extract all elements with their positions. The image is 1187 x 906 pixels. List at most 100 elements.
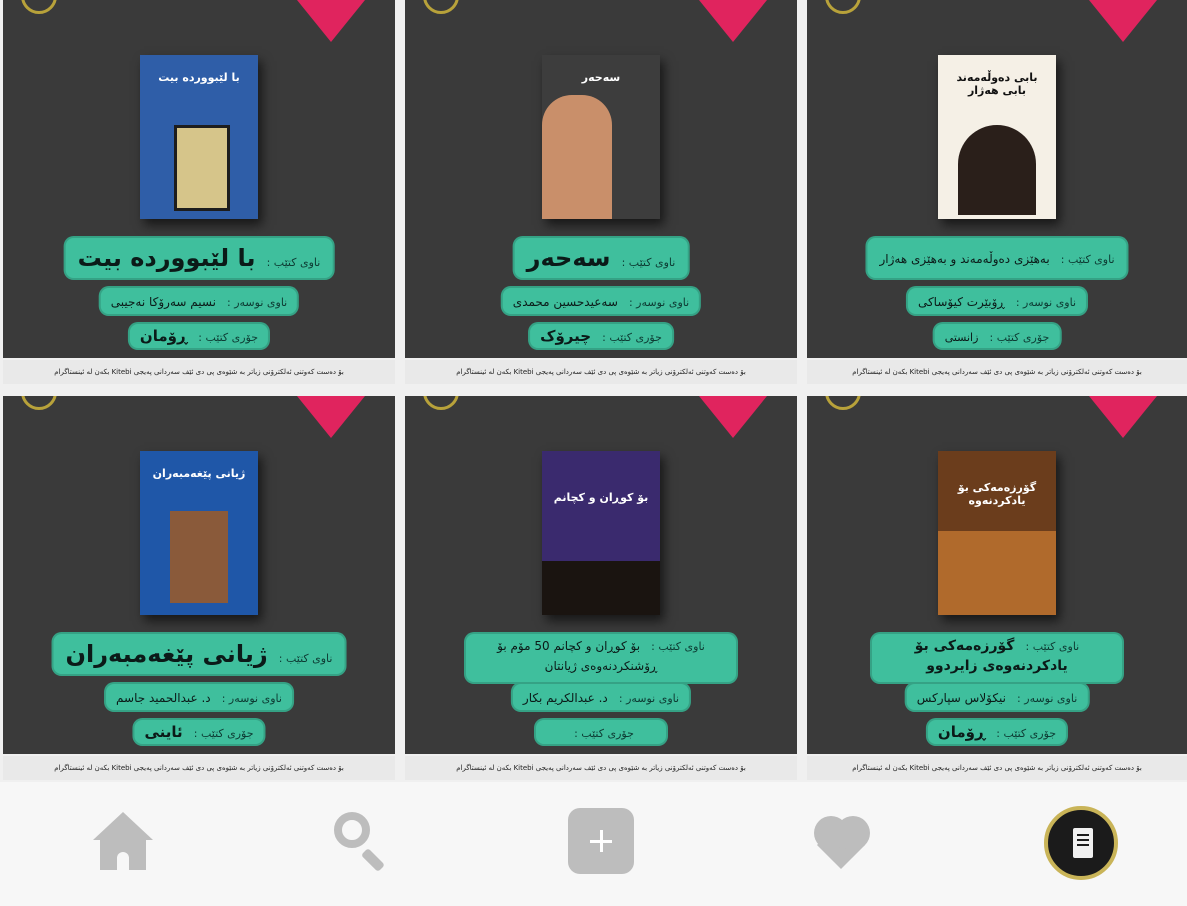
post-tile[interactable]: سەحەر ناوی کتێب : سەحەر ناوی نوسەر : سەع… bbox=[405, 0, 797, 358]
post-tile[interactable]: بابی دەوڵەمەند بابی هەژار ناوی کتێب : بە… bbox=[807, 0, 1187, 358]
book-cover: بابی دەوڵەمەند بابی هەژار bbox=[938, 55, 1056, 219]
author-name: د. عبدالحمید جاسم bbox=[116, 691, 211, 705]
author-name: د. عبدالکریم بکار bbox=[522, 691, 608, 705]
genre-pill: جۆری کتێب : bbox=[534, 718, 668, 746]
post-caption: بۆ دەست کەوتنی ئەلکترۆنی زیاتر بە شێوەی … bbox=[807, 756, 1187, 780]
author-label: ناوی نوسەر : bbox=[227, 296, 288, 309]
home-icon[interactable] bbox=[90, 808, 160, 878]
genre-label: جۆری کتێب : bbox=[193, 727, 254, 740]
book-title: با لێبوورده بیت bbox=[77, 244, 256, 272]
genre-label: جۆری کتێب : bbox=[989, 331, 1050, 344]
genre-value: زانستی bbox=[944, 331, 979, 344]
book-title-pill: ناوی کتێب : بەهێزی دەوڵەمەند و بەهێزی هە… bbox=[865, 236, 1129, 280]
genre-pill: جۆری کتێب : ڕۆمان bbox=[925, 718, 1069, 746]
genre-label: جۆری کتێب : bbox=[602, 331, 662, 344]
book-title: بۆ کوڕان و کچانم 50 مۆم بۆ ڕۆشنکردنەوەی … bbox=[497, 639, 658, 673]
author-label: ناوی نوسەر : bbox=[628, 296, 690, 309]
author-pill: ناوی نوسەر : نسیم سەرۆکا نەجیبی bbox=[98, 286, 300, 316]
cover-portrait bbox=[170, 511, 228, 603]
bottom-nav bbox=[0, 782, 1187, 906]
corner-ribbon-icon bbox=[1089, 396, 1157, 438]
post-caption: بۆ دەست کەوتنی ئەلکترۆنی زیاتر بە شێوەی … bbox=[3, 360, 395, 384]
cover-portrait bbox=[958, 125, 1036, 215]
genre-value: ئاینی bbox=[144, 723, 183, 741]
corner-ribbon-icon bbox=[297, 0, 365, 42]
post-tile[interactable]: بۆ کوڕان و کچانم ناوی کتێب : بۆ کوڕان و … bbox=[405, 396, 797, 754]
cover-title: با لێبوورده بیت bbox=[158, 71, 240, 84]
author-pill: ناوی نوسەر : ڕۆبێرت کیۆساکی bbox=[905, 286, 1089, 316]
author-label: ناوی نوسەر : bbox=[1015, 296, 1077, 309]
title-label: ناوی کتێب : bbox=[621, 256, 676, 269]
search-lens bbox=[334, 812, 370, 848]
post-caption: بۆ دەست کەوتنی ئەلکترۆنی زیاتر بە شێوەی … bbox=[405, 756, 797, 780]
heart-icon[interactable] bbox=[810, 808, 880, 878]
genre-label: جۆری کتێب : bbox=[198, 331, 259, 344]
genre-label: جۆری کتێب : bbox=[574, 727, 634, 740]
author-pill: ناوی نوسەر : د. عبدالکریم بکار bbox=[510, 682, 692, 712]
ring-decoration bbox=[825, 0, 861, 14]
book-cover: بۆ کوڕان و کچانم bbox=[542, 451, 660, 615]
book-title: سەحەر bbox=[526, 244, 611, 272]
book-cover: سەحەر bbox=[542, 55, 660, 219]
cover-landscape bbox=[938, 531, 1056, 615]
post-grid: با لێبوورده بیت ناوی کتێب : با لێبوورده … bbox=[0, 0, 1187, 782]
corner-ribbon-icon bbox=[1089, 0, 1157, 42]
post-tile[interactable]: با لێبوورده بیت ناوی کتێب : با لێبوورده … bbox=[3, 0, 395, 358]
corner-ribbon-icon bbox=[297, 396, 365, 438]
home-roof bbox=[93, 812, 153, 840]
genre-label: جۆری کتێب : bbox=[996, 727, 1057, 740]
genre-value: ڕۆمان bbox=[937, 723, 986, 741]
post-caption: بۆ دەست کەوتنی ئەلکترۆنی زیاتر بە شێوەی … bbox=[3, 756, 395, 780]
book-title: ژیانی پێغەمبەران bbox=[65, 640, 268, 668]
book-title-pill: ناوی کتێب : بۆ کوڕان و کچانم 50 مۆم بۆ ڕ… bbox=[464, 632, 738, 684]
plus-vertical bbox=[600, 830, 603, 852]
genre-pill: جۆری کتێب : ئاینی bbox=[132, 718, 266, 746]
book-cover: گۆرزەمەکی بۆ یادکردنەوە bbox=[938, 451, 1056, 615]
cover-portrait bbox=[542, 95, 612, 219]
genre-value: چیرۆک bbox=[540, 327, 592, 345]
book-title: بەهێزی دەوڵەمەند و بەهێزی هەژار bbox=[879, 252, 1050, 266]
add-icon[interactable] bbox=[568, 808, 634, 874]
author-label: ناوی نوسەر : bbox=[618, 692, 680, 705]
corner-ribbon-icon bbox=[699, 0, 767, 42]
title-label: ناوی کتێب : bbox=[1025, 640, 1080, 653]
search-handle bbox=[360, 848, 385, 873]
author-pill: ناوی نوسەر : د. عبدالحمید جاسم bbox=[104, 682, 294, 712]
author-pill: ناوی نوسەر : نیکۆلاس سپارکس bbox=[904, 682, 1090, 712]
author-name: سەعیدحسین محمدی bbox=[512, 295, 618, 309]
author-pill: ناوی نوسەر : سەعیدحسین محمدی bbox=[500, 286, 702, 316]
post-tile[interactable]: گۆرزەمەکی بۆ یادکردنەوە ناوی کتێب : گۆرز… bbox=[807, 396, 1187, 754]
genre-pill: جۆری کتێب : ڕۆمان bbox=[127, 322, 271, 350]
post-caption: بۆ دەست کەوتنی ئەلکترۆنی زیاتر بە شێوەی … bbox=[807, 360, 1187, 384]
author-name: نیکۆلاس سپارکس bbox=[916, 691, 1006, 705]
book-cover: ژیانی پێغەمبەران bbox=[140, 451, 258, 615]
search-icon[interactable] bbox=[330, 808, 400, 878]
post-tile[interactable]: ژیانی پێغەمبەران ناوی کتێب : ژیانی پێغەم… bbox=[3, 396, 395, 754]
cover-candles bbox=[542, 561, 660, 615]
author-label: ناوی نوسەر : bbox=[1017, 692, 1078, 705]
book-title-pill: ناوی کتێب : سەحەر bbox=[512, 236, 690, 280]
ring-decoration bbox=[21, 0, 57, 14]
corner-ribbon-icon bbox=[699, 396, 767, 438]
cover-title: بۆ کوڕان و کچانم bbox=[553, 491, 649, 504]
cover-title: گۆرزەمەکی بۆ یادکردنەوە bbox=[957, 481, 1037, 507]
book-title-pill: ناوی کتێب : گۆرزەمەکی بۆ یادکردنەوەی زای… bbox=[870, 632, 1124, 684]
title-label: ناوی کتێب : bbox=[266, 256, 321, 269]
title-label: ناوی کتێب : bbox=[278, 652, 333, 665]
cover-title: سەحەر bbox=[581, 71, 621, 84]
genre-pill: جۆری کتێب : چیرۆک bbox=[528, 322, 674, 350]
book-title-pill: ناوی کتێب : با لێبوورده بیت bbox=[63, 236, 335, 280]
author-name: نسیم سەرۆکا نەجیبی bbox=[110, 295, 216, 309]
profile-icon[interactable] bbox=[1044, 806, 1118, 880]
heart-lobe-right bbox=[836, 816, 870, 850]
home-door bbox=[117, 852, 129, 870]
genre-value: ڕۆمان bbox=[139, 327, 188, 345]
post-caption: بۆ دەست کەوتنی ئەلکترۆنی زیاتر بە شێوەی … bbox=[405, 360, 797, 384]
ring-decoration bbox=[21, 396, 57, 410]
book-cover: با لێبوورده بیت bbox=[140, 55, 258, 219]
cover-title: بابی دەوڵەمەند بابی هەژار bbox=[956, 71, 1038, 97]
title-label: ناوی کتێب : bbox=[651, 640, 705, 653]
ring-decoration bbox=[423, 396, 459, 410]
author-name: ڕۆبێرت کیۆساکی bbox=[917, 295, 1005, 309]
cover-portrait bbox=[174, 125, 230, 211]
